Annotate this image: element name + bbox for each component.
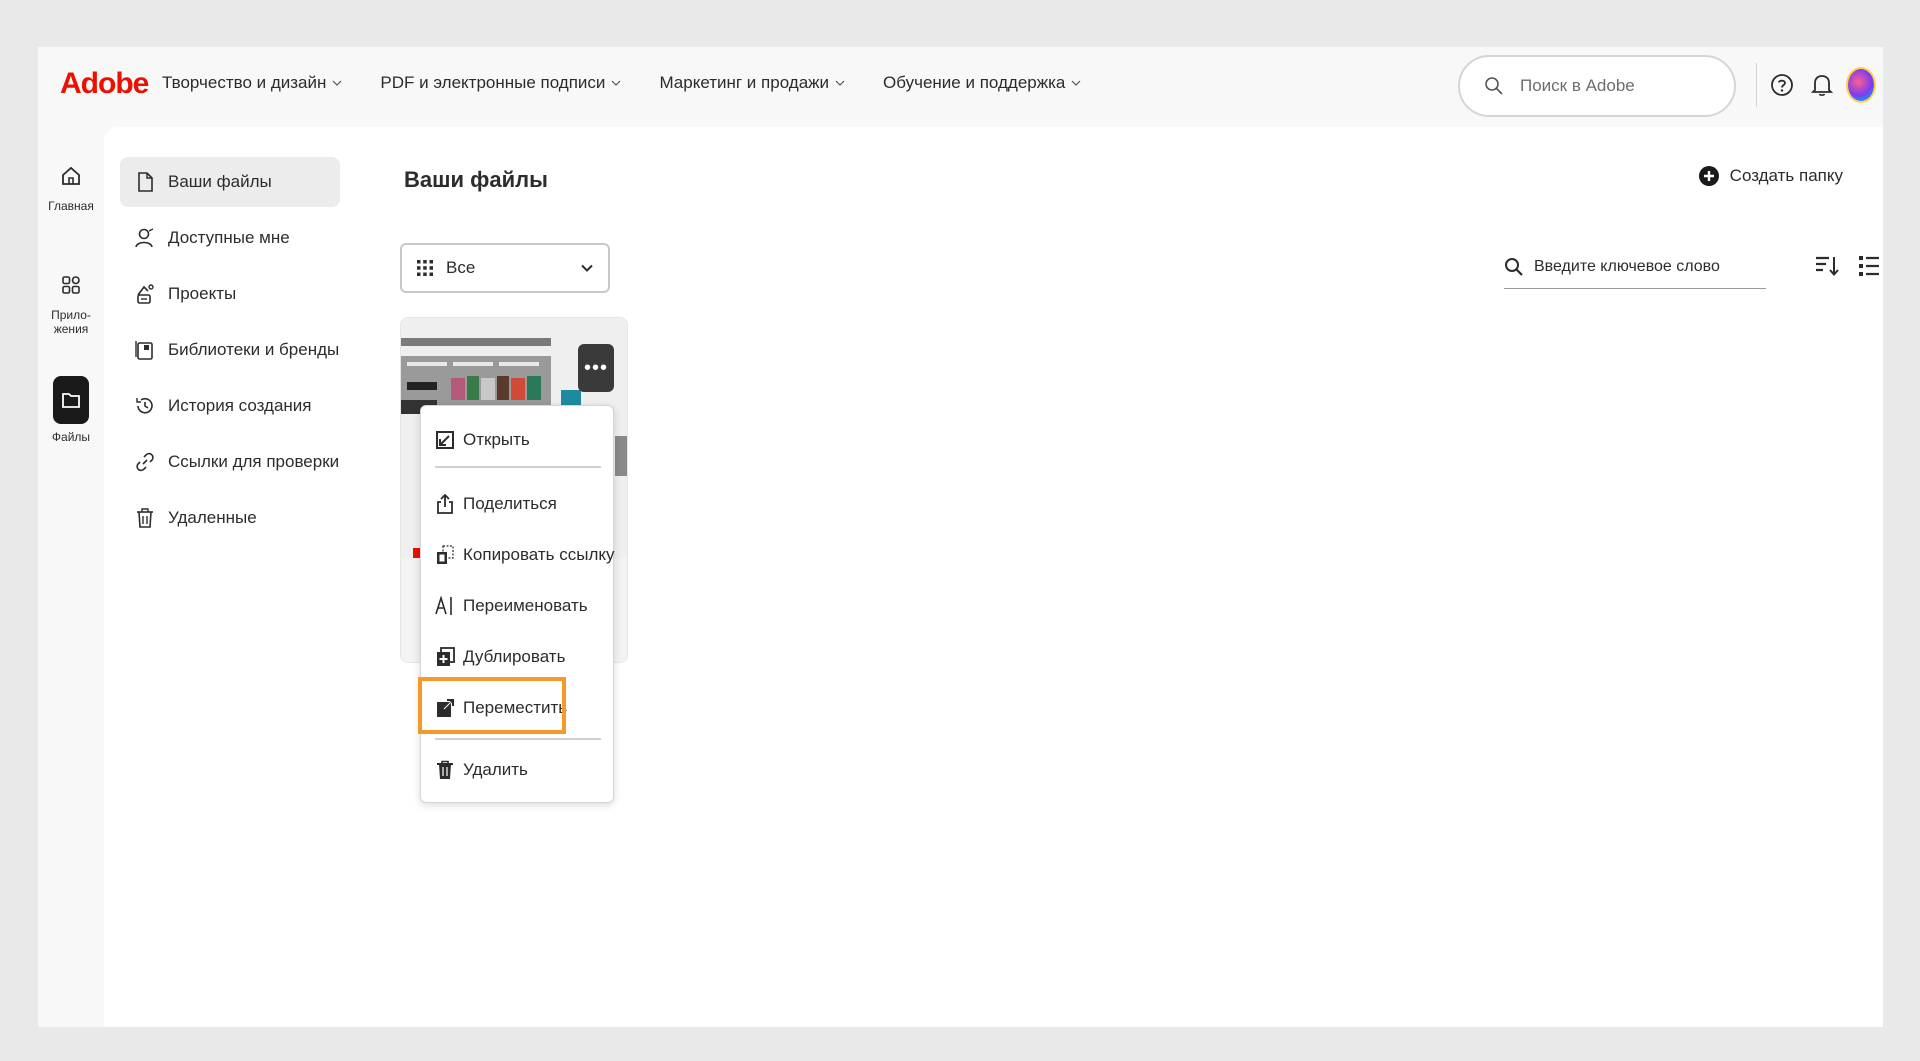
menu-item-open[interactable]: Открыть: [421, 418, 615, 462]
more-options-button[interactable]: •••: [578, 344, 614, 392]
menu-divider: [435, 738, 601, 740]
nav-item-learning[interactable]: Обучение и поддержка: [883, 73, 1081, 93]
sidebar-item-history[interactable]: История создания: [120, 381, 340, 431]
menu-item-label: Открыть: [463, 430, 530, 449]
sidebar-item-label: Удаленные: [168, 508, 257, 527]
rail-item-apps[interactable]: Прило-жения: [38, 268, 104, 336]
nav-item-label: PDF и электронные подписи: [380, 73, 606, 92]
list-view-button[interactable]: [1854, 251, 1884, 281]
rail-item-label: Файлы: [51, 430, 91, 444]
sidebar-item-libraries[interactable]: Библиотеки и бренды: [120, 325, 340, 375]
rail-item-label: Прило-жения: [51, 308, 91, 336]
rail-item-label: Главная: [48, 199, 94, 213]
menu-item-share[interactable]: Поделиться: [421, 482, 615, 526]
sidebar-item-label: История создания: [168, 396, 312, 415]
sidebar-item-label: Проекты: [168, 284, 237, 303]
rail-item-files[interactable]: Файлы: [38, 376, 104, 444]
menu-item-delete[interactable]: Удалить: [421, 748, 615, 792]
chevron-down-icon: [1071, 80, 1081, 86]
bell-icon[interactable]: [1808, 71, 1836, 99]
sidebar-item-label: Доступные мне: [168, 228, 290, 247]
search-icon: [1505, 257, 1523, 276]
menu-item-label: Дублировать: [463, 647, 566, 666]
menu-item-rename[interactable]: Переименовать: [421, 584, 615, 628]
chevron-down-icon: [612, 80, 621, 86]
chevron-down-icon: [581, 264, 593, 272]
link-icon: [136, 452, 154, 472]
help-icon[interactable]: [1768, 71, 1796, 99]
nav-item-label: Маркетинг и продажи: [659, 73, 830, 92]
history-icon: [136, 397, 153, 414]
nav-item-pdf[interactable]: PDF и электронные подписи: [380, 73, 621, 93]
create-folder-label: Создать папку: [1729, 166, 1843, 185]
plus-circle-icon: [1698, 166, 1719, 186]
sidebar-item-label: Библиотеки и бренды: [168, 340, 340, 359]
shared-user-icon: [135, 228, 154, 248]
search-icon: [1485, 77, 1503, 95]
sidebar-item-projects[interactable]: Проекты: [120, 269, 340, 319]
file-icon: [138, 172, 153, 192]
page-title: Ваши файлы: [404, 167, 548, 192]
sidebar-item-your-files[interactable]: Ваши файлы: [120, 157, 340, 207]
rail-item-home[interactable]: Главная: [38, 159, 104, 213]
left-rail: Главная Прило-жения Файлы: [38, 127, 104, 1027]
file-type-filter-dropdown[interactable]: Все: [400, 243, 610, 293]
adobe-logo[interactable]: Adobe: [60, 67, 149, 101]
apps-icon: [54, 268, 88, 302]
menu-item-label: Копировать ссылку: [463, 545, 615, 564]
header-divider: [1756, 63, 1757, 107]
move-highlight-box: [418, 677, 566, 734]
filter-selected-value: Все: [446, 258, 476, 277]
adobe-search-box[interactable]: [1458, 55, 1736, 117]
open-icon: [436, 431, 454, 449]
library-icon: [135, 341, 153, 360]
list-view-icon: [1859, 256, 1879, 276]
duplicate-icon: [437, 647, 455, 666]
nav-item-marketing[interactable]: Маркетинг и продажи: [659, 73, 845, 93]
menu-item-copy-link[interactable]: Копировать ссылку: [421, 533, 615, 577]
menu-item-label: Поделиться: [463, 494, 557, 513]
projects-icon: [137, 284, 154, 304]
trash-icon: [137, 508, 153, 528]
grid-dots-icon: [417, 260, 433, 276]
files-icon: [53, 376, 89, 424]
nav-item-creativity[interactable]: Творчество и дизайн: [162, 73, 342, 93]
app-window: Adobe Творчество и дизайн PDF и электрон…: [38, 47, 1883, 1027]
copy-link-icon: [437, 545, 454, 564]
menu-item-label: Переименовать: [463, 596, 588, 615]
sidebar-item-label: Ссылки для проверки: [168, 452, 340, 471]
chevron-down-icon: [332, 80, 342, 86]
avatar[interactable]: [1846, 67, 1876, 103]
menu-divider: [435, 466, 601, 468]
sidebar-item-label: Ваши файлы: [168, 172, 272, 191]
sort-button[interactable]: [1812, 251, 1842, 281]
rename-icon: [435, 596, 452, 615]
sort-icon: [1816, 256, 1839, 277]
home-icon: [54, 159, 88, 193]
sidebar-item-shared-with-me[interactable]: Доступные мне: [120, 213, 340, 263]
create-folder-button[interactable]: Создать папку: [1698, 165, 1843, 187]
keyword-search-input[interactable]: [1534, 257, 1754, 276]
ellipsis-icon: •••: [583, 356, 608, 379]
nav-item-label: Творчество и дизайн: [162, 73, 327, 92]
keyword-search[interactable]: [1504, 245, 1766, 289]
files-sidebar: Ваши файлы Доступные мне Проекты Библиот…: [120, 157, 340, 549]
sidebar-item-review-links[interactable]: Ссылки для проверки: [120, 437, 340, 487]
chevron-down-icon: [835, 80, 845, 86]
top-navigation: Adobe Творчество и дизайн PDF и электрон…: [38, 47, 1883, 127]
delete-icon: [437, 760, 453, 779]
menu-item-label: Удалить: [463, 760, 528, 779]
sidebar-item-deleted[interactable]: Удаленные: [120, 493, 340, 543]
share-icon: [437, 494, 453, 514]
file-context-menu: Открыть Поделиться Копировать ссылку Пер…: [420, 405, 615, 803]
menu-item-duplicate[interactable]: Дублировать: [421, 635, 615, 679]
top-nav-menu: Творчество и дизайн PDF и электронные по…: [162, 73, 1119, 93]
content-panel: Ваши файлы Доступные мне Проекты Библиот…: [104, 127, 1883, 1027]
nav-item-label: Обучение и поддержка: [883, 73, 1066, 92]
adobe-search-input[interactable]: [1520, 76, 1700, 96]
